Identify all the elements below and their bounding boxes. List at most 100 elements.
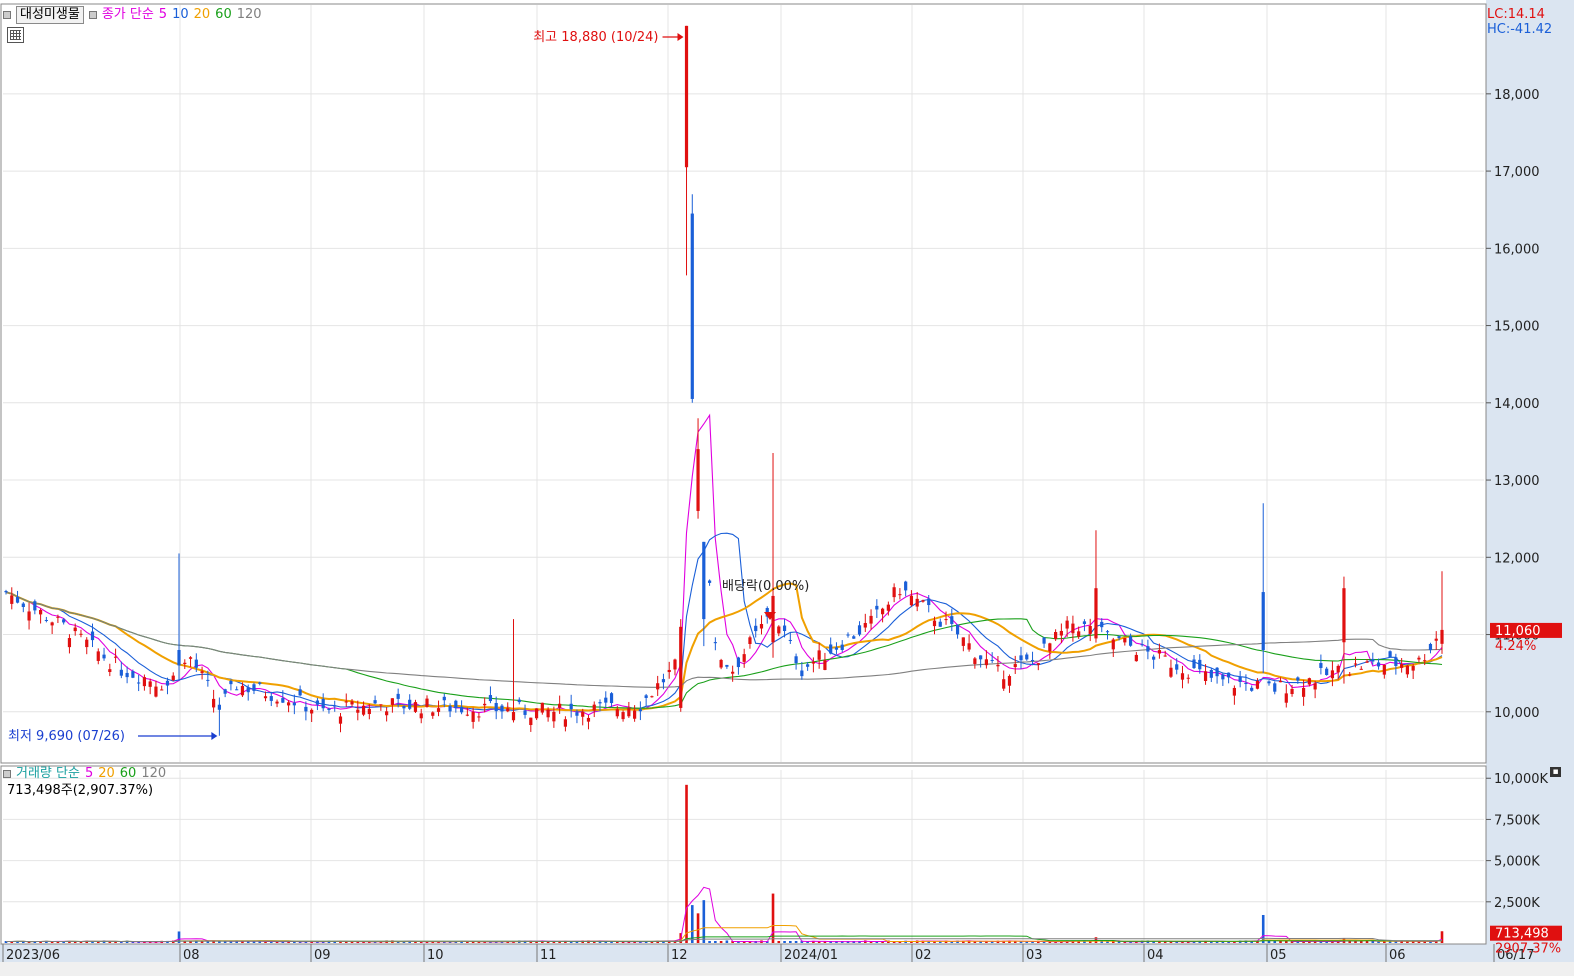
candle-body bbox=[200, 671, 204, 673]
candle-body bbox=[748, 637, 752, 645]
low-annotation: 최저 9,690 (07/26) bbox=[8, 729, 125, 744]
candle-body bbox=[142, 677, 147, 687]
candle-body bbox=[385, 711, 389, 716]
candle-body bbox=[817, 650, 821, 660]
chart-window: 2023/06 08 09 10 11 12 2024/01 02 03 04 05 06 06/17 1… bbox=[0, 0, 1574, 976]
volume-bar bbox=[725, 940, 729, 943]
candle-body bbox=[840, 644, 844, 650]
candle-body bbox=[961, 637, 965, 646]
candle-body bbox=[44, 619, 48, 621]
candle-body bbox=[344, 701, 348, 703]
candle-body bbox=[1059, 630, 1063, 636]
candle-body bbox=[125, 672, 129, 678]
stock-chart[interactable]: 2023/06 08 09 10 11 12 2024/01 02 03 04 05 06 06/171… bbox=[0, 0, 1574, 976]
candle-body bbox=[823, 660, 827, 670]
candle-body bbox=[731, 671, 735, 674]
candle-body bbox=[188, 657, 193, 659]
candle-body bbox=[1365, 661, 1369, 663]
candle-body bbox=[944, 619, 948, 621]
candle-body bbox=[194, 659, 198, 668]
volume-panel-menu-icon[interactable] bbox=[3, 770, 11, 778]
candle-body bbox=[1405, 665, 1409, 675]
candle-body bbox=[321, 698, 325, 709]
calculator-icon[interactable] bbox=[7, 27, 24, 43]
candle-body bbox=[408, 699, 412, 709]
candle-body bbox=[794, 656, 798, 664]
candle-body bbox=[1434, 638, 1438, 641]
candle-body bbox=[1255, 680, 1260, 689]
candle-body bbox=[177, 649, 181, 666]
candle-body bbox=[517, 699, 521, 703]
candle-body bbox=[921, 600, 925, 602]
candle-body bbox=[575, 712, 579, 716]
candle-body bbox=[1082, 621, 1087, 624]
candle-body bbox=[1423, 660, 1427, 662]
candle-body bbox=[1065, 620, 1069, 629]
candle-body bbox=[396, 693, 400, 699]
date-label: 10 bbox=[427, 948, 444, 963]
candle-body bbox=[932, 620, 937, 627]
candle-body bbox=[1105, 631, 1110, 633]
candle-body bbox=[119, 669, 123, 676]
candle-body bbox=[160, 689, 164, 691]
volume-tick-label: 2,500K bbox=[1494, 896, 1540, 911]
candle-body bbox=[696, 449, 700, 511]
candle-body bbox=[552, 711, 556, 722]
candle-body bbox=[494, 702, 498, 712]
candle-body bbox=[1388, 651, 1392, 658]
candle-body bbox=[523, 710, 527, 715]
candle-body bbox=[661, 679, 666, 683]
candle-body bbox=[511, 712, 516, 721]
candle-body bbox=[56, 616, 60, 618]
candle-body bbox=[252, 684, 256, 691]
candle-body bbox=[108, 669, 112, 673]
date-label: 2023/06 bbox=[6, 948, 60, 963]
indicator-menu-icon[interactable] bbox=[88, 11, 97, 19]
candle-body bbox=[442, 696, 446, 701]
candle-body bbox=[650, 696, 654, 698]
candle-body bbox=[73, 627, 77, 632]
candle-body bbox=[436, 708, 441, 712]
vma-60: 60 bbox=[119, 766, 137, 781]
candle-body bbox=[1330, 670, 1335, 679]
candle-body bbox=[1336, 665, 1340, 673]
price-axis-background bbox=[1486, 0, 1574, 944]
price-tick-label: 17,000 bbox=[1494, 165, 1540, 180]
date-label: 04 bbox=[1147, 948, 1164, 963]
candle-body bbox=[990, 659, 994, 661]
candle-body bbox=[904, 581, 908, 591]
ma-120-line bbox=[5, 591, 1443, 688]
panel-menu-icon[interactable] bbox=[3, 11, 11, 19]
candle-body bbox=[1376, 662, 1381, 667]
candle-body bbox=[1342, 588, 1346, 643]
candle-body bbox=[223, 689, 227, 694]
candle-body bbox=[1157, 650, 1162, 654]
candle-body bbox=[1301, 687, 1306, 697]
candle-body bbox=[212, 698, 216, 708]
candle-body bbox=[240, 685, 245, 696]
candle-body bbox=[1371, 658, 1375, 662]
stock-name-button[interactable]: 대성미생물 bbox=[16, 6, 84, 24]
date-label: 11 bbox=[540, 948, 557, 963]
candle-body bbox=[488, 695, 493, 702]
candle-body bbox=[1325, 668, 1329, 676]
candle-body bbox=[206, 679, 210, 681]
candle-body bbox=[1382, 664, 1386, 675]
hc-label: HC:-41.42 bbox=[1487, 22, 1552, 37]
candle-body bbox=[361, 705, 366, 715]
current-volume: 713,498 bbox=[1495, 927, 1549, 942]
ma-label: 종가 단순 bbox=[101, 7, 154, 22]
volume-tick-label: 10,000K bbox=[1494, 772, 1548, 787]
candle-body bbox=[96, 651, 100, 661]
candle-body bbox=[4, 591, 8, 593]
candle-body bbox=[275, 701, 279, 704]
candle-body bbox=[1002, 679, 1006, 689]
candle-body bbox=[1013, 664, 1017, 668]
collapse-icon[interactable]: ▪ bbox=[1550, 767, 1561, 777]
candle-body bbox=[1192, 659, 1196, 669]
candle-body bbox=[909, 595, 914, 606]
ma-5-line bbox=[5, 413, 1443, 716]
price-legend: 대성미생물 종가 단순 5 10 20 60 120 bbox=[3, 6, 267, 24]
candle-body bbox=[886, 604, 890, 611]
scrollbar-track bbox=[0, 962, 1574, 976]
